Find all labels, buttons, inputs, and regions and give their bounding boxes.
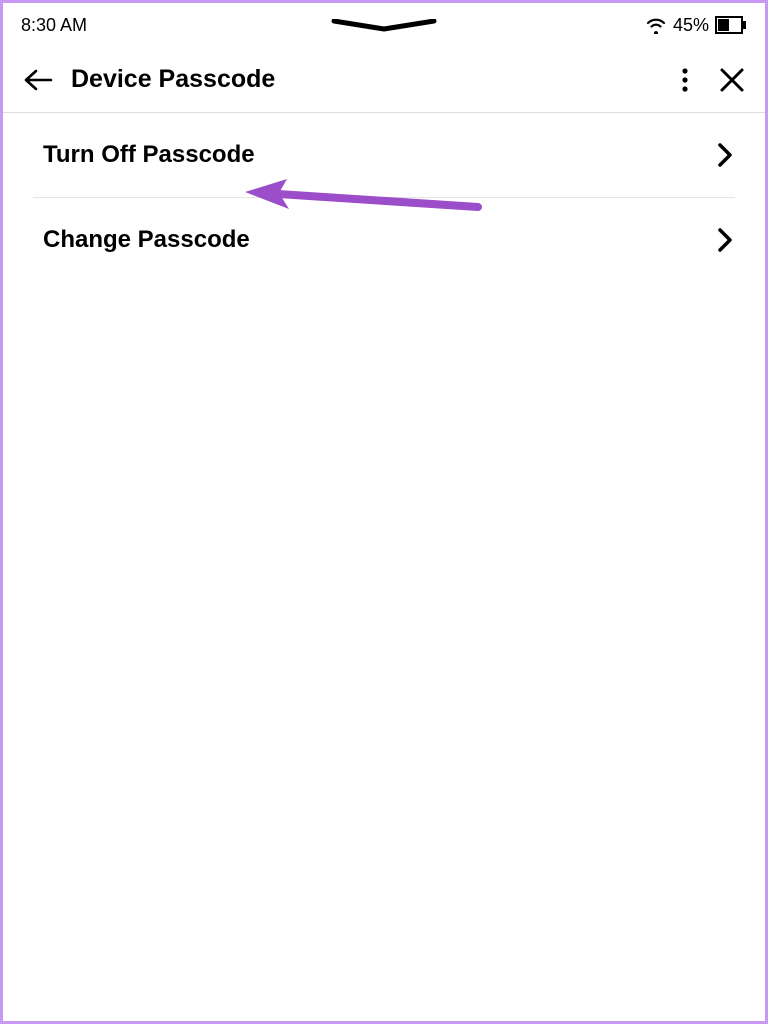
page-title: Device Passcode xyxy=(71,65,663,94)
content: Turn Off Passcode Change Passcode xyxy=(3,113,765,282)
turn-off-passcode-item[interactable]: Turn Off Passcode xyxy=(23,113,745,197)
battery-icon xyxy=(715,16,747,34)
header-actions xyxy=(681,67,745,93)
chevron-right-icon xyxy=(717,227,733,253)
status-right: 45% xyxy=(645,15,747,36)
page-header: Device Passcode xyxy=(3,47,765,113)
back-arrow-icon[interactable] xyxy=(23,68,53,92)
chevron-right-icon xyxy=(717,142,733,168)
status-time: 8:30 AM xyxy=(21,15,87,36)
wifi-icon xyxy=(645,16,667,34)
pull-handle-icon[interactable] xyxy=(329,19,439,40)
change-passcode-item[interactable]: Change Passcode xyxy=(23,198,745,282)
close-icon[interactable] xyxy=(719,67,745,93)
list-item-label: Change Passcode xyxy=(43,226,250,254)
battery-percent: 45% xyxy=(673,15,709,36)
list-item-label: Turn Off Passcode xyxy=(43,141,255,169)
kebab-menu-icon[interactable] xyxy=(681,67,689,93)
